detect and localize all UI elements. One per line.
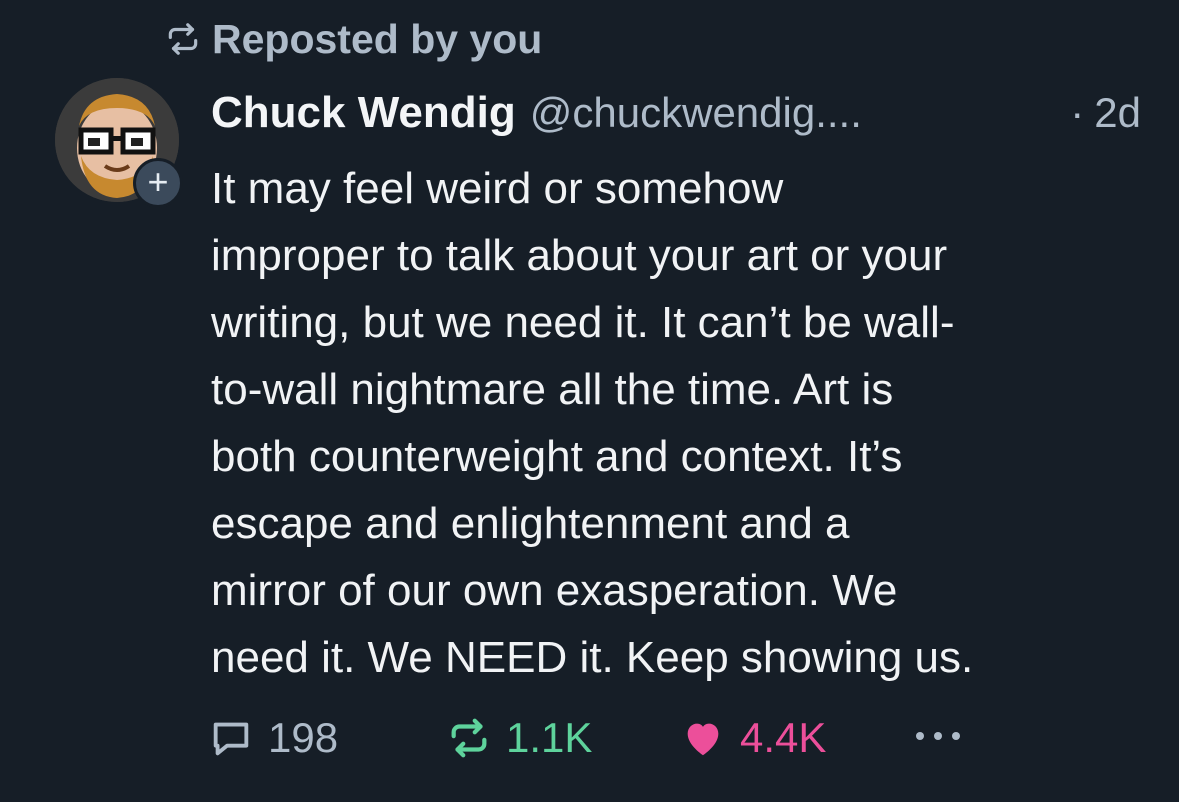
post-text: It may feel weird or somehow improper to…: [211, 155, 1141, 691]
post-text-line: to-wall nightmare all the time. Art is: [211, 365, 894, 414]
post-time: 2d: [1094, 89, 1141, 136]
repost-button[interactable]: 1.1K: [446, 707, 592, 769]
post-text-line: writing, but we need it. It can’t be wal…: [211, 298, 955, 347]
repost-icon: [164, 20, 202, 58]
post-header: Chuck Wendig @chuckwendig.... · 2d: [211, 82, 1141, 144]
reply-icon: [208, 715, 254, 761]
post-actions: 198 1.1K 4.4K: [208, 707, 988, 769]
like-button[interactable]: 4.4K: [680, 707, 826, 769]
post-text-line: mirror of our own exasperation. We: [211, 566, 898, 615]
post-text-line: improper to talk about your art or your: [211, 231, 948, 280]
repost-banner-label: Reposted by you: [212, 15, 543, 62]
post-text-line: both counterweight and context. It’s: [211, 432, 903, 481]
heart-icon: [680, 715, 726, 761]
post-timestamp[interactable]: · 2d: [1070, 89, 1141, 137]
post-text-line: need it. We NEED it. Keep showing us.: [211, 633, 974, 682]
more-icon: [914, 728, 962, 749]
like-count: 4.4K: [740, 714, 827, 761]
post-text-line: escape and enlightenment and a: [211, 499, 850, 548]
author-display-name[interactable]: Chuck Wendig: [211, 88, 516, 138]
author-avatar[interactable]: +: [55, 78, 183, 208]
reply-count: 198: [268, 714, 339, 761]
author-handle[interactable]: @chuckwendig....: [530, 89, 862, 137]
time-separator: ·: [1070, 89, 1085, 136]
post-text-line: It may feel weird or somehow: [211, 164, 784, 213]
repost-count: 1.1K: [506, 714, 593, 761]
follow-button[interactable]: +: [133, 158, 183, 208]
repost-banner[interactable]: Reposted by you: [164, 14, 542, 64]
repost-icon: [446, 715, 492, 761]
reply-button[interactable]: 198: [208, 707, 338, 769]
more-options-button[interactable]: [914, 707, 962, 769]
